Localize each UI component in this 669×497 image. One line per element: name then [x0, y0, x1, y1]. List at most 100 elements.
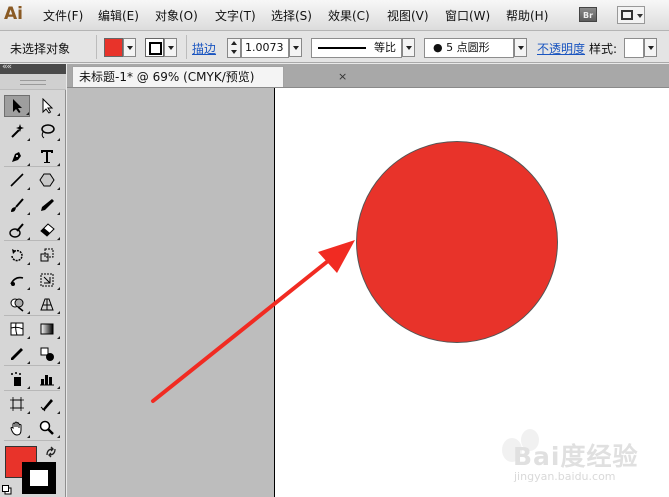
swap-fill-stroke-icon[interactable]: [45, 446, 57, 458]
lasso-tool[interactable]: [34, 120, 60, 142]
panel-grip[interactable]: [0, 74, 66, 90]
blob-brush-tool[interactable]: [4, 219, 30, 241]
type-icon: [41, 149, 53, 163]
scale-icon: [40, 248, 54, 262]
panel-header[interactable]: ««: [0, 62, 66, 74]
divider: [186, 35, 187, 59]
tool-group-divider: [4, 240, 60, 241]
collapse-icon[interactable]: ««: [2, 62, 12, 72]
chevron-down-icon: [637, 14, 643, 18]
stroke-color-swatch[interactable]: [145, 38, 164, 57]
watermark-url: jingyan.baidu.com: [514, 470, 616, 483]
gradient-tool[interactable]: [34, 318, 60, 340]
stepper-down-icon[interactable]: [231, 50, 237, 54]
warp-icon: [10, 276, 24, 286]
stroke-weight-input[interactable]: 1.0073: [241, 38, 289, 58]
menu-view[interactable]: 视图(V): [387, 7, 429, 24]
graphic-style-dropdown[interactable]: [644, 38, 657, 57]
stroke-weight-dropdown[interactable]: [289, 38, 302, 57]
stroke-color-box[interactable]: [22, 462, 56, 494]
perspective-grid-tool[interactable]: [34, 293, 60, 315]
stroke-profile-preview: [318, 47, 366, 49]
zoom-icon: [39, 421, 54, 436]
tool-group-divider: [4, 440, 60, 441]
default-fill-stroke-icon[interactable]: [2, 485, 12, 495]
tool-group-divider: [4, 390, 60, 391]
blob-brush-icon: [9, 223, 24, 238]
brush-select[interactable]: ● 5 点圆形: [424, 38, 514, 58]
direct-selection-tool[interactable]: [34, 95, 60, 117]
eraser-tool[interactable]: [34, 219, 60, 241]
gradient-icon: [40, 323, 54, 335]
red-circle-shape[interactable]: [356, 141, 558, 343]
tool-group-divider: [4, 315, 60, 316]
direct-selection-icon: [42, 98, 54, 114]
symbol-sprayer-tool[interactable]: [4, 368, 30, 390]
menu-select[interactable]: 选择(S): [271, 7, 312, 24]
polygon-icon: [39, 173, 55, 187]
tool-group-divider: [4, 365, 60, 366]
fill-color-swatch[interactable]: [104, 38, 123, 57]
perspective-grid-icon: [40, 298, 54, 311]
paintbrush-tool[interactable]: [4, 194, 30, 216]
graphic-style-swatch[interactable]: [624, 38, 644, 58]
artboard-tool[interactable]: [4, 393, 30, 415]
stroke-weight-stepper[interactable]: [227, 38, 241, 58]
workspace-switcher-button[interactable]: [617, 6, 645, 24]
magic-wand-tool[interactable]: [4, 120, 30, 142]
mesh-tool[interactable]: [4, 318, 30, 340]
polygon-tool[interactable]: [34, 169, 60, 191]
pen-icon: [12, 151, 21, 162]
shape-builder-tool[interactable]: [4, 293, 30, 315]
menu-bar: Ai 文件(F) 编辑(E) 对象(O) 文字(T) 选择(S) 效果(C) 视…: [0, 0, 669, 31]
pencil-icon: [41, 199, 54, 212]
document-tab-title: 未标题-1* @ 69% (CMYK/预览): [79, 70, 255, 84]
document-tab[interactable]: 未标题-1* @ 69% (CMYK/预览) ×: [72, 66, 347, 87]
brush-dropdown[interactable]: [514, 38, 527, 57]
menu-type[interactable]: 文字(T): [215, 7, 256, 24]
menu-edit[interactable]: 编辑(E): [98, 7, 139, 24]
close-icon[interactable]: ×: [338, 67, 347, 87]
opacity-panel-link[interactable]: 不透明度: [537, 40, 585, 57]
magic-wand-icon: [11, 123, 24, 138]
fill-dropdown[interactable]: [123, 38, 136, 57]
blend-icon: [40, 347, 54, 361]
shape-builder-icon: [10, 298, 24, 312]
stroke-panel-link[interactable]: 描边: [192, 40, 216, 57]
style-label: 样式:: [589, 42, 618, 56]
menu-help[interactable]: 帮助(H): [506, 7, 548, 24]
selection-tool[interactable]: [4, 95, 30, 117]
stroke-dropdown[interactable]: [164, 38, 177, 57]
menu-object[interactable]: 对象(O): [155, 7, 198, 24]
line-segment-tool[interactable]: [4, 169, 30, 191]
lasso-icon: [41, 124, 55, 139]
slice-tool[interactable]: [34, 393, 60, 415]
slice-icon: [40, 398, 53, 411]
warp-tool[interactable]: [4, 269, 30, 291]
rotate-tool[interactable]: [4, 244, 30, 266]
eyedropper-tool[interactable]: [4, 343, 30, 365]
app-logo: Ai: [4, 4, 23, 24]
blend-tool[interactable]: [34, 343, 60, 365]
eyedropper-icon: [11, 348, 23, 360]
column-graph-icon: [40, 374, 54, 386]
profile-dropdown[interactable]: [402, 38, 415, 57]
stepper-up-icon[interactable]: [231, 41, 237, 45]
column-graph-tool[interactable]: [34, 368, 60, 390]
pen-tool[interactable]: [4, 145, 30, 167]
scale-tool[interactable]: [34, 244, 60, 266]
menu-effect[interactable]: 效果(C): [328, 7, 370, 24]
rotate-icon: [11, 248, 23, 262]
bridge-button[interactable]: Br: [579, 7, 597, 22]
pencil-tool[interactable]: [34, 194, 60, 216]
red-arrow-annotation: [151, 240, 355, 403]
hand-icon: [10, 421, 22, 436]
menu-window[interactable]: 窗口(W): [445, 7, 490, 24]
paintbrush-icon: [11, 198, 24, 213]
zoom-tool[interactable]: [34, 417, 60, 439]
menu-file[interactable]: 文件(F): [43, 7, 83, 24]
type-tool[interactable]: [34, 145, 60, 167]
symbol-sprayer-icon: [11, 371, 21, 386]
hand-tool[interactable]: [4, 417, 30, 439]
free-transform-tool[interactable]: [34, 269, 60, 291]
